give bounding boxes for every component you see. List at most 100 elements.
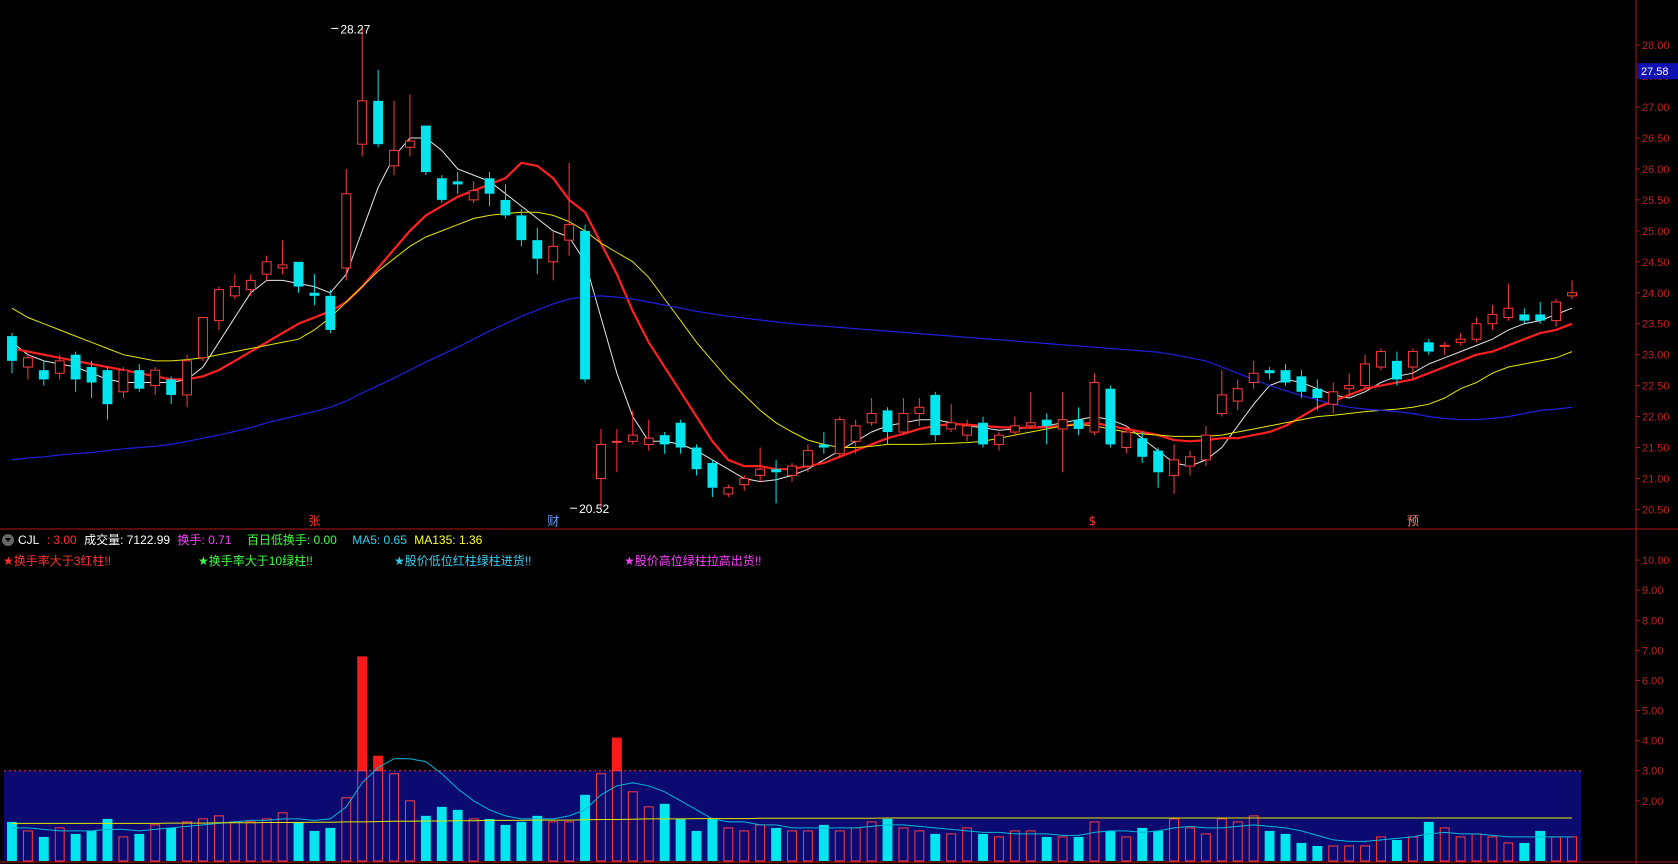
candle-body — [1328, 391, 1339, 405]
signal-legend-3: ★股价低位红柱绿柱进货!! — [394, 554, 532, 568]
candle-body — [420, 125, 431, 173]
candle-body — [1423, 342, 1434, 352]
volume-bar — [1535, 830, 1546, 861]
candle-body — [1487, 313, 1498, 325]
candle-up — [596, 428, 606, 509]
candle-body — [436, 178, 447, 200]
candle-body — [1041, 419, 1052, 426]
candle-body — [850, 425, 861, 442]
candle-up — [787, 463, 797, 482]
candle-up — [548, 230, 559, 281]
candle-body — [1057, 419, 1068, 430]
candle-body — [898, 412, 909, 433]
candle-body — [309, 292, 320, 296]
candle-body — [166, 379, 177, 395]
candle-up — [1025, 391, 1036, 429]
candle-body — [373, 100, 384, 145]
price-tick-label: 24.50 — [1642, 257, 1670, 269]
candle-body — [596, 443, 606, 479]
candle-down — [532, 227, 543, 275]
candle-body — [452, 181, 463, 185]
high-price-label: 28.27 — [340, 22, 370, 36]
candle-up — [1439, 342, 1450, 355]
candle-body — [261, 261, 272, 275]
candle-down — [1391, 351, 1402, 386]
candle-body — [118, 369, 129, 393]
volume-bar — [818, 824, 829, 861]
candle-body — [1264, 370, 1275, 374]
candle-body — [516, 215, 527, 241]
candle-up — [994, 432, 1004, 451]
candle-down — [1535, 302, 1546, 324]
volume-bar — [1391, 839, 1402, 861]
candle-body — [755, 468, 766, 476]
candle-down — [1280, 363, 1291, 386]
volume-bar — [1153, 830, 1164, 861]
signal-legend-1: ★换手率大于3红柱!! — [3, 554, 112, 568]
candle-up — [1009, 416, 1020, 436]
candle-body — [548, 245, 559, 263]
event-marker: 张 — [308, 514, 320, 528]
volume-bar — [134, 833, 145, 861]
candle-down — [38, 360, 49, 386]
candle-body — [1248, 372, 1259, 384]
signal-legend-2: ★换手率大于10绿柱!! — [198, 554, 313, 568]
candle-body — [1551, 301, 1562, 322]
candle-body — [468, 190, 479, 201]
candle-down — [166, 376, 177, 405]
volume-bar — [452, 809, 463, 861]
ma-white-line — [11, 137, 1573, 483]
event-marker: 预 — [1407, 514, 1419, 528]
volume-tick-label: 8.00 — [1642, 615, 1663, 627]
candle-body — [1232, 388, 1243, 402]
volume-bar — [166, 827, 177, 861]
candle-down — [420, 125, 431, 176]
candle-body — [1105, 388, 1116, 445]
candle-up — [1185, 450, 1195, 476]
candle-up — [802, 444, 813, 473]
volume-bar — [1296, 842, 1307, 861]
candle-down — [70, 351, 81, 392]
price-tick-label: 21.00 — [1642, 473, 1670, 485]
candle-up — [405, 94, 415, 157]
candle-body — [1312, 388, 1323, 398]
candle-body — [1200, 434, 1211, 461]
indicator-turnover: 换手: 0.71 — [177, 533, 232, 547]
candle-up — [898, 398, 909, 436]
volume-bar — [1280, 833, 1291, 861]
candle-body — [978, 422, 988, 445]
candle-up — [1455, 333, 1466, 346]
candle-body — [1455, 338, 1466, 343]
candle-body — [54, 360, 65, 374]
candle-body — [357, 100, 368, 145]
candle-down — [978, 416, 988, 448]
volume-tick-label: 4.00 — [1642, 736, 1663, 748]
stock-chart[interactable]: 28.0027.5027.0026.5026.0025.5025.0024.50… — [0, 0, 1678, 864]
collapse-indicator-icon[interactable] — [2, 534, 14, 546]
candle-body — [1153, 450, 1164, 473]
volume-bar-high — [611, 737, 622, 771]
candle-body — [38, 370, 49, 380]
price-tick-label: 22.50 — [1642, 381, 1670, 393]
candle-body — [994, 434, 1004, 445]
candle-up — [468, 181, 479, 203]
volume-bar — [516, 821, 527, 861]
volume-bar — [1423, 821, 1434, 861]
volume-bar — [484, 818, 495, 861]
candle-up — [962, 419, 973, 442]
volume-tick-label: 5.00 — [1642, 706, 1663, 718]
candle-body — [1296, 376, 1307, 392]
candle-up — [1407, 348, 1418, 380]
candle-body — [134, 370, 145, 389]
candle-body — [1503, 307, 1514, 319]
price-tick-label: 23.50 — [1642, 319, 1670, 331]
candle-down — [1105, 385, 1116, 448]
candle-body — [229, 286, 240, 297]
price-tick-label: 22.00 — [1642, 412, 1670, 424]
price-tick-label: 20.50 — [1642, 504, 1670, 516]
candle-body — [1391, 360, 1402, 380]
candle-body — [341, 193, 352, 269]
candle-up — [611, 428, 622, 473]
candle-down — [1264, 367, 1275, 380]
candle-up — [341, 168, 352, 281]
